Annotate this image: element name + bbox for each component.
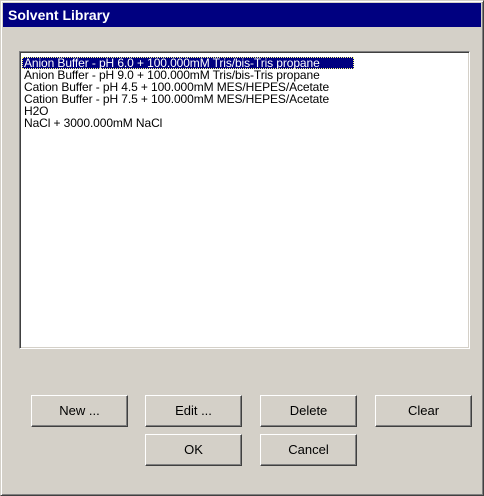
dialog-title: Solvent Library bbox=[3, 3, 481, 27]
delete-button[interactable]: Delete bbox=[260, 395, 357, 427]
list-item[interactable]: Cation Buffer - pH 7.5 + 100.000mM MES/H… bbox=[22, 93, 467, 105]
solvent-listbox[interactable]: Anion Buffer - pH 6.0 + 100.000mM Tris/b… bbox=[19, 51, 470, 349]
ok-button[interactable]: OK bbox=[145, 434, 242, 466]
new-button[interactable]: New ... bbox=[31, 395, 128, 427]
list-item[interactable]: NaCl + 3000.000mM NaCl bbox=[22, 117, 467, 129]
clear-button[interactable]: Clear bbox=[375, 395, 472, 427]
cancel-button[interactable]: Cancel bbox=[260, 434, 357, 466]
solvent-library-dialog: Solvent Library Anion Buffer - pH 6.0 + … bbox=[0, 0, 484, 496]
edit-button[interactable]: Edit ... bbox=[145, 395, 242, 427]
